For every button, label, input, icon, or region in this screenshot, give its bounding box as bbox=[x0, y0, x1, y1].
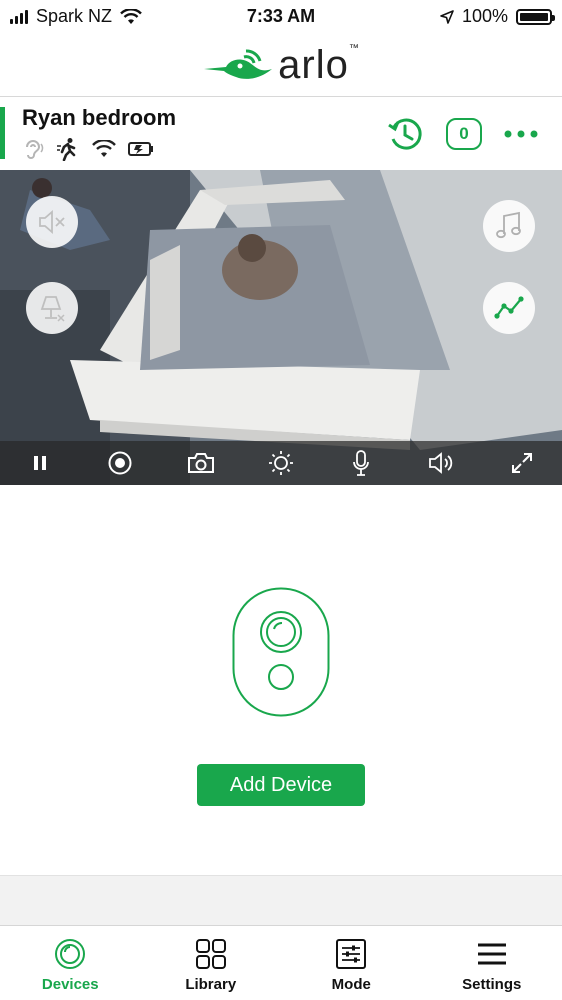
add-device-button[interactable]: Add Device bbox=[197, 764, 365, 806]
video-toolbar bbox=[0, 441, 562, 485]
logo-wordmark: arlo™ bbox=[278, 43, 360, 88]
add-device-area: Add Device bbox=[0, 485, 562, 875]
wifi-icon bbox=[92, 140, 116, 158]
tab-devices[interactable]: Devices bbox=[0, 926, 141, 1000]
settings-icon bbox=[476, 938, 508, 970]
fullscreen-icon bbox=[511, 452, 533, 474]
more-options-icon[interactable] bbox=[504, 130, 538, 138]
tab-label: Settings bbox=[462, 976, 521, 993]
tab-library[interactable]: Library bbox=[141, 926, 282, 1000]
air-quality-graph-button[interactable] bbox=[483, 282, 535, 334]
music-note-icon bbox=[495, 211, 523, 241]
night-light-button[interactable] bbox=[26, 282, 78, 334]
tab-mode[interactable]: Mode bbox=[281, 926, 422, 1000]
snapshot-button[interactable] bbox=[183, 445, 219, 481]
history-clock-icon[interactable] bbox=[386, 115, 424, 153]
camera-name[interactable]: Ryan bedroom bbox=[22, 105, 176, 131]
mute-button[interactable] bbox=[26, 196, 78, 248]
status-right: 100% bbox=[440, 6, 552, 27]
video-frame-image bbox=[0, 170, 562, 485]
camera-device-illustration bbox=[232, 587, 330, 717]
microphone-icon bbox=[351, 449, 371, 477]
fullscreen-button[interactable] bbox=[504, 445, 540, 481]
tab-label: Library bbox=[185, 976, 236, 993]
mute-icon bbox=[37, 209, 67, 235]
night-light-icon bbox=[38, 293, 66, 323]
camera-video-feed[interactable] bbox=[0, 170, 562, 485]
ear-icon bbox=[22, 138, 44, 160]
library-icon bbox=[195, 938, 227, 970]
mode-icon bbox=[335, 938, 367, 970]
pause-button[interactable] bbox=[22, 445, 58, 481]
battery-charging-icon bbox=[128, 141, 154, 157]
status-bar: Spark NZ 7:33 AM 100% bbox=[0, 0, 562, 34]
speaker-icon bbox=[428, 451, 456, 475]
arlo-logo: arlo™ bbox=[0, 40, 562, 90]
devices-icon bbox=[54, 938, 86, 970]
record-button[interactable] bbox=[102, 445, 138, 481]
microphone-button[interactable] bbox=[343, 445, 379, 481]
camera-header: Ryan bedroom 0 bbox=[0, 97, 562, 170]
tab-label: Devices bbox=[42, 976, 99, 993]
motion-icon bbox=[56, 137, 80, 161]
lullaby-button[interactable] bbox=[483, 200, 535, 252]
event-count-badge[interactable]: 0 bbox=[446, 118, 482, 150]
camera-actions: 0 bbox=[386, 115, 538, 153]
location-arrow-icon bbox=[440, 10, 454, 24]
tab-settings[interactable]: Settings bbox=[422, 926, 562, 1000]
battery-icon bbox=[516, 9, 552, 25]
tab-label: Mode bbox=[332, 976, 371, 993]
camera-selected-indicator bbox=[0, 107, 5, 159]
brightness-icon bbox=[267, 449, 295, 477]
brightness-button[interactable] bbox=[263, 445, 299, 481]
content-footer-spacer bbox=[0, 875, 562, 926]
camera-status-icons bbox=[22, 137, 154, 161]
camera-snapshot-icon bbox=[187, 451, 215, 475]
pause-icon bbox=[32, 454, 48, 472]
graph-icon bbox=[494, 296, 524, 320]
battery-fill bbox=[520, 13, 548, 21]
record-icon bbox=[107, 450, 133, 476]
battery-percent: 100% bbox=[462, 6, 508, 27]
bottom-tab-bar: Devices Library Mode Settings bbox=[0, 925, 562, 1000]
speaker-button[interactable] bbox=[424, 445, 460, 481]
hummingbird-logo-icon bbox=[202, 47, 272, 83]
